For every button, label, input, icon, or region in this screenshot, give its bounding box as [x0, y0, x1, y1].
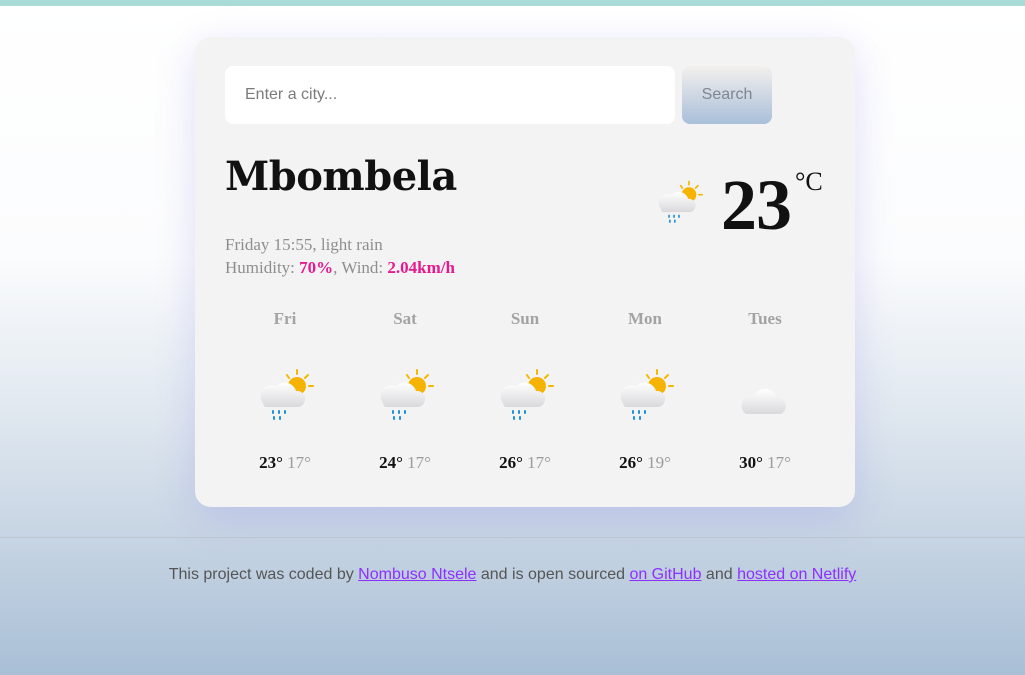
top-accent-bar [0, 0, 1025, 6]
forecast-day-name: Mon [628, 309, 662, 328]
forecast-min-temp: 17° [407, 453, 431, 472]
forecast-day-name: Sun [510, 309, 540, 328]
forecast-day: Tues 30° 17° [705, 309, 825, 473]
author-link[interactable]: Nombuso Ntsele [358, 566, 476, 583]
netlify-link[interactable]: hosted on Netlify [737, 566, 856, 583]
current-temperature: 23 [721, 165, 792, 245]
forecast-temperatures: 23° 17° [225, 453, 345, 473]
forecast-min-temp: 17° [527, 453, 551, 472]
forecast-min-temp: 17° [767, 453, 791, 472]
footer-text: and [701, 566, 738, 583]
forecast-row: Fri 23° 17° Sat 24° 17° Sun 26° 17° Mon … [225, 309, 825, 484]
temperature-unit[interactable]: °C [795, 167, 823, 197]
weather-card: Search Mbombela Friday 15:55, light rain… [195, 37, 855, 507]
forecast-day-name: Sat [393, 309, 417, 328]
rain-sun-icon [658, 180, 703, 223]
rain-sun-icon [620, 369, 674, 420]
rain-sun-icon [380, 369, 434, 420]
humidity-value: 70% [299, 258, 334, 277]
search-button[interactable]: Search [682, 66, 772, 124]
city-name: Mbombela [225, 153, 457, 200]
forecast-temperatures: 24° 17° [345, 453, 465, 473]
cloud-icon [741, 388, 786, 414]
forecast-max-temp: 23° [259, 453, 283, 472]
forecast-day: Sun 26° 17° [465, 309, 585, 473]
footer-text: This project was coded by [168, 566, 359, 583]
forecast-day: Fri 23° 17° [225, 309, 345, 473]
forecast-temperatures: 26° 19° [585, 453, 705, 473]
date-description: Friday 15:55, light rain [225, 235, 383, 254]
wind-label: , Wind: [333, 258, 388, 277]
rain-sun-icon [500, 369, 554, 420]
forecast-min-temp: 19° [647, 453, 671, 472]
humidity-label: Humidity: [225, 258, 300, 277]
forecast-day-name: Fri [273, 309, 297, 328]
weather-details: Friday 15:55, light rain Humidity: 70%, … [225, 233, 455, 279]
forecast-day: Mon 26° 19° [585, 309, 705, 473]
forecast-max-temp: 30° [739, 453, 763, 472]
forecast-temperatures: 30° 17° [705, 453, 825, 473]
github-link[interactable]: on GitHub [629, 566, 701, 583]
forecast-day-name: Tues [748, 309, 782, 328]
forecast-max-temp: 26° [499, 453, 523, 472]
humidity-wind-line: Humidity: 70%, Wind: 2.04km/h [225, 256, 455, 279]
city-search-input[interactable] [225, 66, 675, 124]
footer-text: and is open sourced [476, 566, 630, 583]
rain-sun-icon [260, 369, 314, 420]
forecast-temperatures: 26° 17° [465, 453, 585, 473]
wind-value: 2.04km/h [387, 258, 455, 277]
footer: This project was coded by Nombuso Ntsele… [0, 566, 1025, 584]
footer-divider [0, 537, 1025, 538]
forecast-max-temp: 26° [619, 453, 643, 472]
forecast-max-temp: 24° [379, 453, 403, 472]
forecast-day: Sat 24° 17° [345, 309, 465, 473]
forecast-min-temp: 17° [287, 453, 311, 472]
